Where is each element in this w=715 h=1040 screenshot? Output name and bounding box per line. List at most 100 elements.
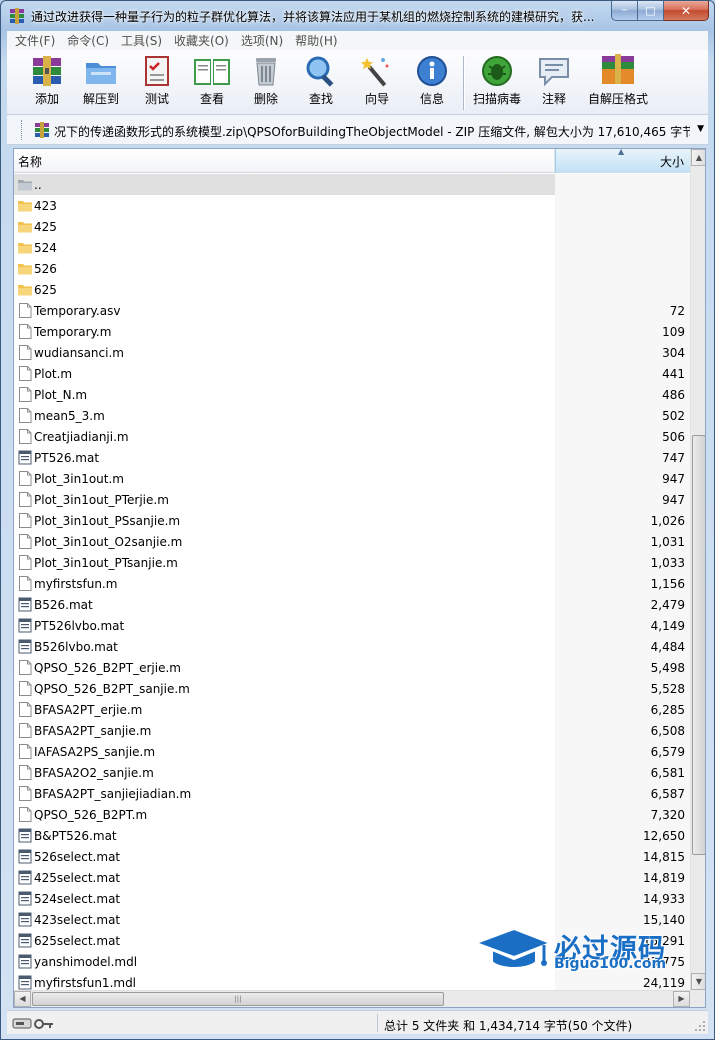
name-cell[interactable]: Temporary.asv bbox=[14, 300, 555, 321]
archive-path[interactable]: 况下的传递函数形式的系统模型.zip\QPSOforBuildingTheObj… bbox=[54, 123, 690, 140]
name-cell[interactable]: B&PT526.mat bbox=[14, 825, 555, 846]
wizard-button[interactable]: 向导 bbox=[347, 54, 407, 112]
horizontal-scroll-thumb[interactable]: ||| bbox=[32, 992, 444, 1006]
file-row[interactable]: Temporary.m 109 bbox=[14, 321, 690, 342]
menu-tools[interactable]: 工具(S) bbox=[115, 32, 168, 49]
name-cell[interactable]: Temporary.m bbox=[14, 321, 555, 342]
file-row[interactable]: Plot_3in1out_PTerjie.m 947 bbox=[14, 489, 690, 510]
name-cell[interactable]: Plot_3in1out_PTsanjie.m bbox=[14, 552, 555, 573]
folder-row[interactable]: 526 bbox=[14, 258, 690, 279]
test-button[interactable]: 测试 bbox=[127, 54, 187, 112]
name-cell[interactable]: QPSO_526_B2PT_erjie.m bbox=[14, 657, 555, 678]
name-cell[interactable]: Plot_3in1out.m bbox=[14, 468, 555, 489]
name-cell[interactable]: BFASA2PT_sanjie.m bbox=[14, 720, 555, 741]
drive-key-icon[interactable] bbox=[11, 1015, 55, 1031]
find-button[interactable]: 查找 bbox=[291, 54, 351, 112]
name-cell[interactable]: BFASA2PT_sanjiejiadian.m bbox=[14, 783, 555, 804]
delete-button[interactable]: 删除 bbox=[236, 54, 296, 112]
file-row[interactable]: QPSO_526_B2PT.m 7,320 bbox=[14, 804, 690, 825]
file-row[interactable]: PT526lvbo.mat 4,149 bbox=[14, 615, 690, 636]
maximize-button[interactable]: □ bbox=[638, 1, 664, 21]
file-row[interactable]: BFASA2PT_sanjiejiadian.m 6,587 bbox=[14, 783, 690, 804]
name-cell[interactable]: QPSO_526_B2PT.m bbox=[14, 804, 555, 825]
file-row[interactable]: QPSO_526_B2PT_erjie.m 5,498 bbox=[14, 657, 690, 678]
menu-commands[interactable]: 命令(C) bbox=[61, 32, 115, 49]
view-button[interactable]: 查看 bbox=[182, 54, 242, 112]
name-cell[interactable]: .. bbox=[14, 174, 555, 195]
name-cell[interactable]: 425select.mat bbox=[14, 867, 555, 888]
name-cell[interactable]: BFASA2PT_erjie.m bbox=[14, 699, 555, 720]
file-row[interactable]: Creatjiadianji.m 506 bbox=[14, 426, 690, 447]
vertical-scroll-thumb[interactable] bbox=[692, 435, 705, 855]
path-dropdown-icon[interactable]: ▼ bbox=[697, 124, 704, 134]
name-cell[interactable]: 423 bbox=[14, 195, 555, 216]
name-cell[interactable]: Plot.m bbox=[14, 363, 555, 384]
scroll-down-icon[interactable]: ▼ bbox=[691, 973, 705, 990]
name-cell[interactable]: 526 bbox=[14, 258, 555, 279]
file-row[interactable]: B&PT526.mat 12,650 bbox=[14, 825, 690, 846]
menu-favorites[interactable]: 收藏夹(O) bbox=[168, 32, 235, 49]
file-row[interactable]: Plot.m 441 bbox=[14, 363, 690, 384]
resize-grip-icon[interactable] bbox=[694, 1020, 706, 1032]
horizontal-scrollbar[interactable]: ◀ ||| ▶ bbox=[14, 990, 690, 1007]
file-row[interactable]: BFASA2O2_sanjie.m 6,581 bbox=[14, 762, 690, 783]
folder-row[interactable]: 425 bbox=[14, 216, 690, 237]
name-cell[interactable]: 526select.mat bbox=[14, 846, 555, 867]
folder-row[interactable]: 423 bbox=[14, 195, 690, 216]
name-cell[interactable]: 625 bbox=[14, 279, 555, 300]
folder-row[interactable]: 524 bbox=[14, 237, 690, 258]
extract-to-button[interactable]: 解压到 bbox=[71, 54, 131, 112]
comment-button[interactable]: 注释 bbox=[524, 54, 584, 112]
name-cell[interactable]: Creatjiadianji.m bbox=[14, 426, 555, 447]
file-row[interactable]: BFASA2PT_sanjie.m 6,508 bbox=[14, 720, 690, 741]
name-cell[interactable]: Plot_3in1out_O2sanjie.m bbox=[14, 531, 555, 552]
file-row[interactable]: QPSO_526_B2PT_sanjie.m 5,528 bbox=[14, 678, 690, 699]
column-header-name[interactable]: 名称 bbox=[14, 149, 555, 173]
file-row[interactable]: Plot_3in1out_O2sanjie.m 1,031 bbox=[14, 531, 690, 552]
menu-file[interactable]: 文件(F) bbox=[9, 32, 61, 49]
name-cell[interactable]: PT526lvbo.mat bbox=[14, 615, 555, 636]
folder-row[interactable]: 625 bbox=[14, 279, 690, 300]
file-row[interactable]: Plot_3in1out_PSsanjie.m 1,026 bbox=[14, 510, 690, 531]
scroll-right-icon[interactable]: ▶ bbox=[673, 991, 690, 1007]
name-cell[interactable]: PT526.mat bbox=[14, 447, 555, 468]
vertical-scrollbar[interactable]: ▲ ▼ bbox=[690, 149, 705, 990]
file-row[interactable]: 526select.mat 14,815 bbox=[14, 846, 690, 867]
minimize-button[interactable]: ─ bbox=[611, 1, 638, 21]
file-row[interactable]: Plot_N.m 486 bbox=[14, 384, 690, 405]
name-cell[interactable]: mean5_3.m bbox=[14, 405, 555, 426]
title-bar[interactable]: 通过改进获得一种量子行为的粒子群优化算法，并将该算法应用于某机组的燃烧控制系统的… bbox=[1, 1, 714, 31]
scroll-up-icon[interactable]: ▲ bbox=[691, 149, 705, 166]
name-cell[interactable]: wudiansanci.m bbox=[14, 342, 555, 363]
file-row[interactable]: Temporary.asv 72 bbox=[14, 300, 690, 321]
file-row[interactable]: Plot_3in1out.m 947 bbox=[14, 468, 690, 489]
name-cell[interactable]: Plot_3in1out_PTerjie.m bbox=[14, 489, 555, 510]
file-row[interactable]: BFASA2PT_erjie.m 6,285 bbox=[14, 699, 690, 720]
close-button[interactable]: ✕ bbox=[664, 1, 709, 21]
name-cell[interactable]: B526.mat bbox=[14, 594, 555, 615]
column-header-size[interactable]: ▲ 大小 bbox=[555, 149, 690, 173]
name-cell[interactable]: 524select.mat bbox=[14, 888, 555, 909]
name-cell[interactable]: BFASA2O2_sanjie.m bbox=[14, 762, 555, 783]
file-row[interactable]: myfirstsfun.m 1,156 bbox=[14, 573, 690, 594]
file-row[interactable]: wudiansanci.m 304 bbox=[14, 342, 690, 363]
add-button[interactable]: 添加 bbox=[17, 54, 77, 112]
name-cell[interactable]: 524 bbox=[14, 237, 555, 258]
info-button[interactable]: 信息 bbox=[402, 54, 462, 112]
virus-scan-button[interactable]: 扫描病毒 bbox=[467, 54, 527, 112]
menu-help[interactable]: 帮助(H) bbox=[289, 32, 343, 49]
name-cell[interactable]: Plot_3in1out_PSsanjie.m bbox=[14, 510, 555, 531]
file-row[interactable]: B526lvbo.mat 4,484 bbox=[14, 636, 690, 657]
name-cell[interactable]: B526lvbo.mat bbox=[14, 636, 555, 657]
name-cell[interactable]: IAFASA2PS_sanjie.m bbox=[14, 741, 555, 762]
file-row[interactable]: Plot_3in1out_PTsanjie.m 1,033 bbox=[14, 552, 690, 573]
file-row[interactable]: B526.mat 2,479 bbox=[14, 594, 690, 615]
sfx-button[interactable]: 自解压格式 bbox=[583, 54, 653, 112]
file-row[interactable]: mean5_3.m 502 bbox=[14, 405, 690, 426]
name-cell[interactable]: Plot_N.m bbox=[14, 384, 555, 405]
name-cell[interactable]: 425 bbox=[14, 216, 555, 237]
file-row[interactable]: 524select.mat 14,933 bbox=[14, 888, 690, 909]
menu-options[interactable]: 选项(N) bbox=[235, 32, 289, 49]
name-cell[interactable]: QPSO_526_B2PT_sanjie.m bbox=[14, 678, 555, 699]
name-cell[interactable]: myfirstsfun.m bbox=[14, 573, 555, 594]
